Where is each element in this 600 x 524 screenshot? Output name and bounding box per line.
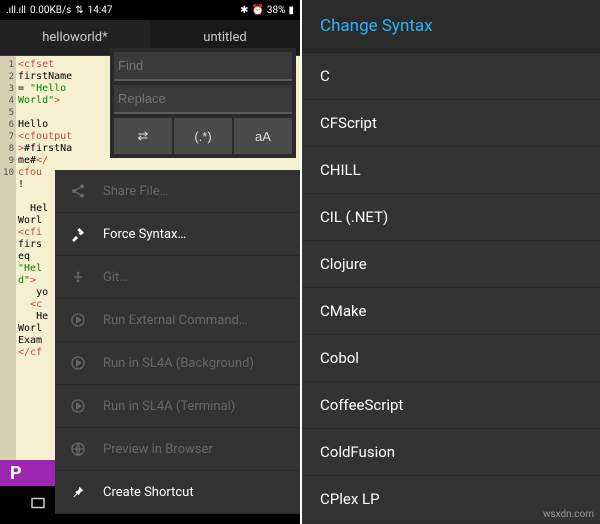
menu-item-force-syntax[interactable]: Force Syntax…: [55, 213, 300, 256]
data-speed: 0.00KB/s: [30, 5, 71, 16]
share-icon: [69, 182, 87, 200]
menu-item-preview-in-browser: Preview in Browser: [55, 428, 300, 471]
syntax-list[interactable]: CCFScriptCHILLCIL (.NET)ClojureCMakeCobo…: [302, 53, 600, 524]
signal-icon: .ıll.ıll: [6, 5, 26, 16]
menu-item-label: Force Syntax…: [103, 227, 186, 242]
play-icon: [69, 354, 87, 372]
transfer-icon: ⇅: [75, 5, 83, 16]
syntax-item-cfscript[interactable]: CFScript: [302, 100, 600, 147]
menu-item-label: Share File…: [103, 184, 168, 199]
syntax-dialog-title: Change Syntax: [302, 0, 600, 53]
find-replace-panel: ⇄ (.*) aA: [110, 48, 296, 158]
battery-icon: ▮: [288, 5, 294, 16]
syntax-item-clojure[interactable]: Clojure: [302, 241, 600, 288]
watermark: wsxdn.com: [543, 509, 594, 520]
pin-icon: [69, 483, 87, 501]
line-gutter: 1 2 3 4 5 6 7 8 9 10: [0, 56, 16, 460]
replace-input[interactable]: [114, 85, 292, 114]
menu-item-create-shortcut[interactable]: Create Shortcut: [55, 471, 300, 514]
recent-apps-icon[interactable]: [29, 494, 47, 516]
left-screenshot: .ıll.ıll 0.00KB/s ⇅ 14:47 ✱ ⏰ 38% ▮ hell…: [0, 0, 300, 524]
case-button[interactable]: aA: [234, 118, 292, 154]
menu-item-label: Run in SL4A (Background): [103, 356, 254, 371]
menu-item-label: Preview in Browser: [103, 442, 213, 457]
status-bar: .ıll.ıll 0.00KB/s ⇅ 14:47 ✱ ⏰ 38% ▮: [0, 0, 300, 20]
hammer-icon: [69, 225, 87, 243]
syntax-item-chill[interactable]: CHILL: [302, 147, 600, 194]
syntax-item-cil-net-[interactable]: CIL (.NET): [302, 194, 600, 241]
syntax-item-coldfusion[interactable]: ColdFusion: [302, 429, 600, 476]
menu-item-label: Run External Command…: [103, 313, 248, 328]
status-time: 14:47: [88, 5, 113, 16]
syntax-item-c[interactable]: C: [302, 53, 600, 100]
battery-percent: 38%: [267, 5, 286, 16]
find-input[interactable]: [114, 52, 292, 81]
syntax-item-cmake[interactable]: CMake: [302, 288, 600, 335]
git-icon: [69, 268, 87, 286]
alarm-icon: ⏰: [251, 5, 263, 16]
globe-icon: [69, 440, 87, 458]
play-icon: [69, 311, 87, 329]
menu-item-run-external-command: Run External Command…: [55, 299, 300, 342]
bluetooth-icon: ✱: [240, 5, 248, 16]
menu-item-run-in-sl-a-terminal: Run in SL4A (Terminal): [55, 385, 300, 428]
right-screenshot: Change Syntax CCFScriptCHILLCIL (.NET)Cl…: [300, 0, 600, 524]
menu-item-share-file: Share File…: [55, 170, 300, 213]
cycle-button[interactable]: ⇄: [114, 118, 172, 154]
menu-item-run-in-sl-a-background: Run in SL4A (Background): [55, 342, 300, 385]
syntax-item-cobol[interactable]: Cobol: [302, 335, 600, 382]
menu-item-git: Git…: [55, 256, 300, 299]
syntax-item-coffeescript[interactable]: CoffeeScript: [302, 382, 600, 429]
menu-item-label: Create Shortcut: [103, 485, 194, 500]
regex-button[interactable]: (.*): [174, 118, 232, 154]
play-icon: [69, 397, 87, 415]
menu-item-label: Git…: [103, 270, 128, 285]
context-menu: Share File… Force Syntax… Git… Run External…: [55, 170, 300, 514]
menu-item-label: Run in SL4A (Terminal): [103, 399, 235, 414]
